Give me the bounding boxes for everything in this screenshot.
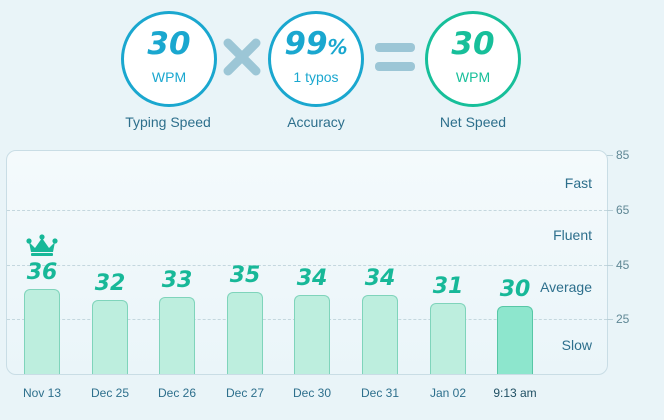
y-tick-label: 65 [606, 203, 630, 217]
bar[interactable] [362, 295, 398, 374]
accuracy-label: Accuracy [287, 114, 345, 130]
typing-speed-circle: 30 WPM [121, 11, 217, 107]
equals-icon [375, 43, 415, 71]
net-speed-circle: 30 WPM [425, 11, 521, 107]
bar-value-label: 35 [229, 263, 261, 288]
net-speed-value: 30 [451, 26, 495, 62]
net-speed-unit: WPM [455, 69, 491, 85]
band-label-fast: Fast [564, 175, 592, 191]
bar[interactable] [294, 295, 330, 374]
x-tick-label: Dec 30 [292, 386, 332, 400]
y-tick-label: 25 [606, 312, 630, 326]
y-tick-label: 45 [606, 258, 630, 272]
accuracy-percent-sign: % [327, 35, 348, 59]
x-tick-label: Dec 26 [157, 386, 197, 400]
times-icon [223, 38, 261, 76]
band-label-slow: Slow [561, 337, 592, 353]
bar[interactable] [159, 297, 195, 374]
bar[interactable] [497, 306, 533, 374]
bar-value-label: 31 [432, 274, 464, 299]
bar-value-label: 34 [296, 266, 328, 291]
bar[interactable] [227, 292, 263, 374]
x-tick-label: Dec 27 [225, 386, 265, 400]
accuracy-typos: 1 typos [293, 69, 339, 85]
x-tick-label: Nov 13 [22, 386, 62, 400]
y-tick-label: 85 [606, 148, 630, 162]
bar[interactable] [430, 303, 466, 374]
x-tick-label: Dec 31 [360, 386, 400, 400]
bar[interactable] [24, 289, 60, 374]
bar[interactable] [92, 300, 128, 374]
bar-value-label: 32 [94, 271, 126, 296]
bar-value-label: 30 [499, 277, 531, 302]
typing-speed-value: 30 [147, 26, 191, 62]
crown-icon [26, 234, 58, 256]
x-tick-label: 9:13 am [493, 386, 537, 400]
typing-speed-label: Typing Speed [125, 114, 211, 130]
grid-line [7, 210, 607, 211]
accuracy-circle: 99% 1 typos [268, 11, 364, 107]
accuracy-number: 99 [284, 26, 328, 62]
x-tick-label: Jan 02 [429, 386, 467, 400]
bar-value-label: 34 [364, 266, 396, 291]
net-speed-label: Net Speed [439, 114, 507, 130]
band-label-fluent: Fluent [553, 227, 592, 243]
band-label-average: Average [540, 279, 592, 295]
accuracy-value: 99% [271, 26, 361, 65]
x-tick-label: Dec 25 [90, 386, 130, 400]
bar-value-label: 36 [26, 260, 58, 285]
typing-speed-unit: WPM [151, 69, 187, 85]
bar-value-label: 33 [161, 268, 193, 293]
